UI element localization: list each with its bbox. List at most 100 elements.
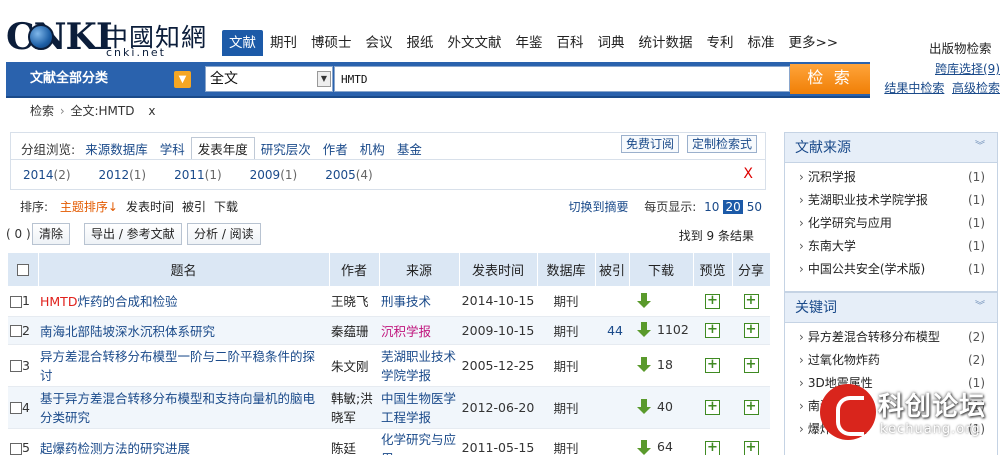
author-link[interactable]: 朱文刚 (331, 359, 369, 374)
sort-option-3[interactable]: 下载 (214, 200, 238, 214)
nav-tab-8[interactable]: 词典 (591, 30, 632, 56)
facet-item[interactable]: 南海 (1) (799, 395, 997, 418)
article-title-link[interactable]: 起爆药检测方法的研究进展 (40, 441, 190, 455)
facet-item[interactable]: 3D地震属性 (1) (799, 372, 997, 395)
share-plus-icon[interactable]: + (743, 358, 759, 373)
cited-cell[interactable] (595, 428, 629, 455)
nav-tab-2[interactable]: 博硕士 (304, 30, 359, 56)
preview-plus-icon[interactable]: + (705, 293, 720, 309)
per-page-option[interactable]: 10 (704, 200, 719, 214)
advanced-search-link[interactable]: 高级检索 (952, 81, 1000, 95)
cited-cell[interactable] (595, 386, 629, 429)
share-plus-icon[interactable]: + (743, 440, 759, 455)
year-filter-item[interactable]: 2005(4) (325, 168, 373, 182)
group-tab-1[interactable]: 学科 (154, 138, 191, 159)
header-cited[interactable]: 被引 (595, 253, 630, 286)
nav-tab-11[interactable]: 标准 (741, 30, 782, 56)
cited-cell[interactable]: 44 (595, 316, 629, 345)
source-link[interactable]: 化学研究与应用 (381, 432, 456, 455)
preview-plus-icon[interactable]: + (705, 440, 720, 455)
year-filter-item[interactable]: 2014(2) (23, 168, 71, 182)
search-input[interactable] (334, 66, 790, 92)
download-icon[interactable] (637, 322, 651, 338)
nav-tab-7[interactable]: 百科 (550, 30, 591, 56)
author-link[interactable]: 秦蕴珊 (331, 324, 369, 339)
close-icon[interactable]: x (148, 104, 155, 118)
facet-item[interactable]: 芜湖职业技术学院学报 (1) (799, 189, 997, 212)
group-tab-5[interactable]: 机构 (354, 138, 391, 159)
author-link[interactable]: 陈廷 (331, 441, 356, 455)
author-link[interactable]: 王晓飞 (331, 294, 369, 309)
sort-option-2[interactable]: 被引 (182, 200, 206, 214)
keyword-facet-header[interactable]: 关键词 ︾ (785, 293, 997, 323)
share-plus-icon[interactable]: + (743, 293, 759, 309)
header-source[interactable]: 来源 (379, 253, 460, 286)
publication-search-link[interactable]: 出版物检索 (929, 38, 992, 57)
source-link[interactable]: 芜湖职业技术学院学报 (381, 349, 456, 383)
cited-cell[interactable] (595, 344, 629, 387)
per-page-option[interactable]: 50 (747, 200, 762, 214)
sort-option-0[interactable]: 主题排序↓ (60, 200, 118, 214)
nav-tab-3[interactable]: 会议 (359, 30, 400, 56)
breadcrumb-home[interactable]: 检索 (30, 104, 54, 118)
search-in-results-link[interactable]: 结果中检索 (884, 81, 944, 95)
collapse-icon[interactable]: ︾ (975, 301, 987, 313)
nav-tab-12[interactable]: 更多>> (782, 30, 846, 56)
per-page-option[interactable]: 20 (723, 200, 743, 214)
row-checkbox[interactable] (10, 442, 22, 455)
group-tab-0[interactable]: 来源数据库 (79, 138, 154, 159)
header-title[interactable]: 题名 (38, 253, 330, 286)
facet-item[interactable]: 东南大学 (1) (799, 235, 997, 258)
search-button[interactable]: 检 索 (790, 64, 870, 94)
source-link[interactable]: 沉积学报 (381, 324, 431, 339)
article-title-link[interactable]: HMTD炸药的合成和检验 (40, 294, 177, 309)
nav-tab-6[interactable]: 年鉴 (509, 30, 550, 56)
nav-tab-1[interactable]: 期刊 (263, 30, 304, 56)
group-tab-4[interactable]: 作者 (317, 138, 354, 159)
clear-button[interactable]: 清除 (32, 223, 71, 245)
preview-plus-icon[interactable]: + (705, 323, 720, 338)
row-checkbox[interactable] (10, 360, 22, 372)
group-tab-2[interactable]: 发表年度 (190, 137, 255, 160)
download-icon[interactable] (637, 439, 651, 455)
source-link[interactable]: 刑事技术 (381, 294, 431, 309)
year-filter-item[interactable]: 2011(1) (174, 168, 222, 182)
nav-tab-5[interactable]: 外文文献 (441, 30, 509, 56)
facet-item[interactable]: 沉积学报 (1) (799, 166, 997, 189)
row-checkbox[interactable] (10, 325, 22, 337)
nav-tab-0[interactable]: 文献 (222, 30, 263, 56)
cited-cell[interactable] (595, 286, 629, 317)
custom-query-button[interactable]: 定制检索式 (686, 135, 757, 153)
cross-db-select-link[interactable]: 跨库选择(9) (935, 62, 1000, 76)
author-link[interactable]: 韩敏;洪晓军 (331, 391, 373, 425)
switch-abstract-link[interactable]: 切换到摘要 (568, 200, 628, 214)
preview-plus-icon[interactable]: + (705, 358, 720, 373)
cnki-logo[interactable]: CNKI 中國知網 cnki.net (6, 16, 211, 62)
search-field-select[interactable]: 全文 ▼ (205, 66, 333, 92)
year-filter-item[interactable]: 2009(1) (250, 168, 298, 182)
free-subscribe-button[interactable]: 免费订阅 (620, 135, 679, 153)
export-button[interactable]: 导出 / 参考文献 (84, 223, 182, 245)
row-checkbox[interactable] (10, 402, 22, 414)
category-selector[interactable]: 文献全部分类 ▼ (6, 62, 202, 96)
group-tab-6[interactable]: 基金 (391, 138, 428, 159)
article-title-link[interactable]: 南海北部陆坡深水沉积体系研究 (40, 324, 215, 339)
article-title-link[interactable]: 异方差混合转移分布模型一阶与二阶平稳条件的探讨 (40, 349, 315, 383)
row-checkbox[interactable] (10, 295, 22, 308)
source-link[interactable]: 中国生物医学工程学报 (381, 391, 456, 425)
share-plus-icon[interactable]: + (743, 323, 759, 338)
download-icon[interactable] (637, 357, 651, 373)
facet-item[interactable]: 过氧化物炸药 (2) (799, 349, 997, 372)
download-icon[interactable] (637, 399, 651, 415)
header-downloads[interactable]: 下载 (629, 253, 694, 286)
download-icon[interactable] (637, 293, 651, 309)
analyze-button[interactable]: 分析 / 阅读 (187, 223, 261, 245)
share-plus-icon[interactable]: + (743, 400, 759, 415)
source-facet-header[interactable]: 文献来源 ︾ (785, 133, 997, 163)
facet-item[interactable]: 中国公共安全(学术版) (1) (799, 258, 997, 281)
select-all-header[interactable] (8, 253, 39, 286)
chevron-down-icon[interactable]: ▼ (174, 71, 191, 88)
header-database[interactable]: 数据库 (537, 253, 596, 286)
preview-plus-icon[interactable]: + (705, 400, 720, 415)
header-date[interactable]: 发表时间 (459, 253, 538, 286)
